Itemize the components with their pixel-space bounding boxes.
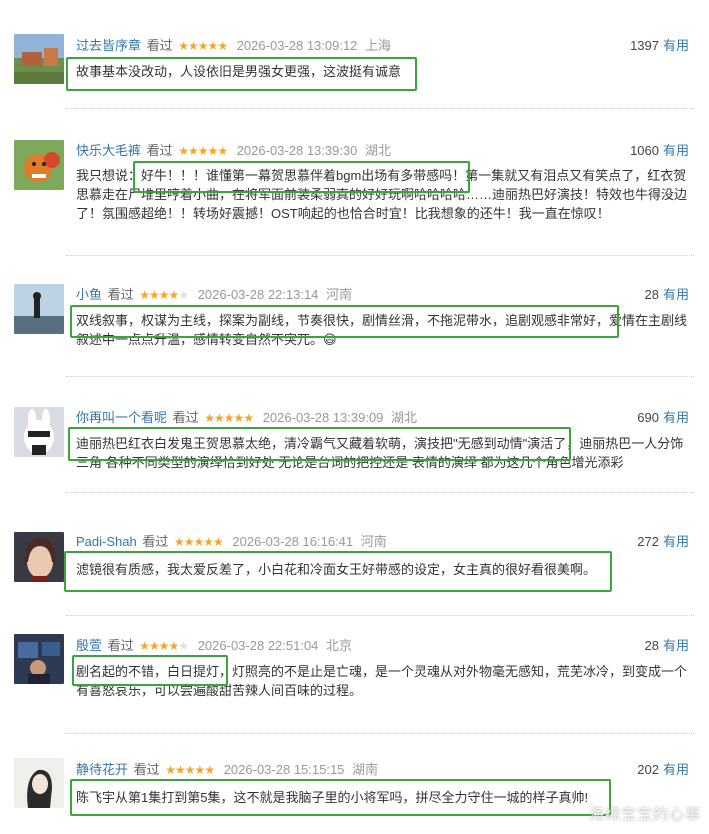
rating-stars: ★★★★★ <box>139 639 189 653</box>
comment-meta: 殷萱 看过 ★★★★★ 2026-03-28 22:51:04 北京 28 有用 <box>76 637 689 655</box>
comment-location: 河南 <box>326 287 353 302</box>
username-link[interactable]: 小鱼 <box>76 287 102 302</box>
comment-text: 滤镜很有质感，我太爱反差了，小白花和冷面女王好带感的设定，女主真的很好看很美啊。 <box>76 562 597 577</box>
comment-text: 剧名起的不错，白日提灯，灯照亮的不是止是亡魂，是一个灵魂从对外物毫无感知，荒芜冰… <box>76 664 688 698</box>
comment-time: 2026-03-28 15:15:15 <box>223 762 345 777</box>
comment-time: 2026-03-28 13:39:30 <box>236 143 358 158</box>
comment-text: 双线叙事，权谋为主线，探案为副线，节奏很快，剧情丝滑，不拖泥带水，追剧观感非常好… <box>76 313 688 347</box>
username-link[interactable]: 你再叫一个看呢 <box>76 410 167 425</box>
useful-button[interactable]: 有用 <box>663 762 689 777</box>
username-link[interactable]: 快乐大毛裤 <box>76 143 141 158</box>
watched-label: 看过 <box>172 410 199 425</box>
comment-time: 2026-03-28 22:13:14 <box>197 287 319 302</box>
avatar[interactable] <box>14 634 64 684</box>
watched-label: 看过 <box>133 762 160 777</box>
comment-meta: Padi-Shah 看过 ★★★★★ 2026-03-28 16:16:41 河… <box>76 533 689 551</box>
comment-location: 湖北 <box>391 410 418 425</box>
vote-count: 28 <box>644 638 659 653</box>
useful-button[interactable]: 有用 <box>663 143 689 158</box>
comment-text: 我只想说：好牛！！！谁懂第一幕贺思慕伴着bgm出场有多带感吗！第一集就又有泪点又… <box>76 168 688 221</box>
useful-button[interactable]: 有用 <box>663 38 689 53</box>
watched-label: 看过 <box>107 638 134 653</box>
vote-count: 1397 <box>630 38 659 53</box>
username-link[interactable]: Padi-Shah <box>76 534 137 549</box>
vote-area: 272 有用 <box>637 533 689 551</box>
rating-stars: ★★★★★ <box>178 144 228 158</box>
avatar[interactable] <box>14 140 64 190</box>
comment-meta: 小鱼 看过 ★★★★★ 2026-03-28 22:13:14 河南 28 有用 <box>76 286 689 304</box>
avatar[interactable] <box>14 758 64 808</box>
username-link[interactable]: 殷萱 <box>76 638 102 653</box>
watched-label: 看过 <box>142 534 169 549</box>
vote-count: 272 <box>637 534 659 549</box>
watermark: 海绵宝宝的心事 <box>588 806 701 823</box>
useful-button[interactable]: 有用 <box>663 410 689 425</box>
comment-location: 北京 <box>326 638 353 653</box>
vote-count: 202 <box>637 762 659 777</box>
comment-meta: 过去皆序章 看过 ★★★★★ 2026-03-28 13:09:12 上海 13… <box>76 37 689 55</box>
comment-location: 湖南 <box>352 762 379 777</box>
vote-area: 1060 有用 <box>630 142 689 160</box>
username-link[interactable]: 过去皆序章 <box>76 38 141 53</box>
comment-meta: 快乐大毛裤 看过 ★★★★★ 2026-03-28 13:39:30 湖北 10… <box>76 142 689 160</box>
comment-time: 2026-03-28 13:09:12 <box>236 38 358 53</box>
watched-label: 看过 <box>146 143 173 158</box>
avatar[interactable] <box>14 284 64 334</box>
comment-location: 湖北 <box>365 143 392 158</box>
divider <box>66 376 694 377</box>
vote-area: 1397 有用 <box>630 37 689 55</box>
comment-meta: 静待花开 看过 ★★★★★ 2026-03-28 15:15:15 湖南 202… <box>76 761 689 779</box>
comment-time: 2026-03-28 16:16:41 <box>232 534 354 549</box>
avatar[interactable] <box>14 407 64 457</box>
divider <box>66 615 694 616</box>
useful-button[interactable]: 有用 <box>663 534 689 549</box>
comment-text: 故事基本没改动，人设依旧是男强女更强，这波挺有诚意 <box>76 64 402 79</box>
divider <box>66 733 694 734</box>
vote-area: 28 有用 <box>645 637 689 655</box>
rating-stars: ★★★★★ <box>165 763 215 777</box>
vote-count: 28 <box>644 287 659 302</box>
comment-time: 2026-03-28 22:51:04 <box>197 638 319 653</box>
vote-count: 1060 <box>630 143 659 158</box>
divider <box>66 492 694 493</box>
comment-time: 2026-03-28 13:39:09 <box>262 410 384 425</box>
useful-button[interactable]: 有用 <box>663 287 689 302</box>
useful-button[interactable]: 有用 <box>663 638 689 653</box>
rating-stars: ★★★★★ <box>178 39 228 53</box>
rating-stars: ★★★★★ <box>204 411 254 425</box>
username-link[interactable]: 静待花开 <box>76 762 128 777</box>
rating-stars: ★★★★★ <box>173 535 224 549</box>
rating-stars: ★★★★★ <box>139 288 189 302</box>
vote-area: 690 有用 <box>637 409 689 427</box>
comment-location: 上海 <box>365 38 392 53</box>
comment-location: 河南 <box>360 534 387 549</box>
avatar[interactable] <box>14 532 64 582</box>
watched-label: 看过 <box>107 287 134 302</box>
divider <box>66 255 694 256</box>
comment-text: 迪丽热巴红衣白发鬼王贺思慕太绝，清冷霸气又藏着软萌，演技把"无感到动情"演活了，… <box>76 436 684 470</box>
vote-count: 690 <box>637 410 659 425</box>
watched-label: 看过 <box>146 38 173 53</box>
divider <box>66 108 694 109</box>
vote-area: 202 有用 <box>637 761 689 779</box>
vote-area: 28 有用 <box>645 286 689 304</box>
comment-meta: 你再叫一个看呢 看过 ★★★★★ 2026-03-28 13:39:09 湖北 … <box>76 409 689 427</box>
avatar[interactable] <box>14 34 64 84</box>
